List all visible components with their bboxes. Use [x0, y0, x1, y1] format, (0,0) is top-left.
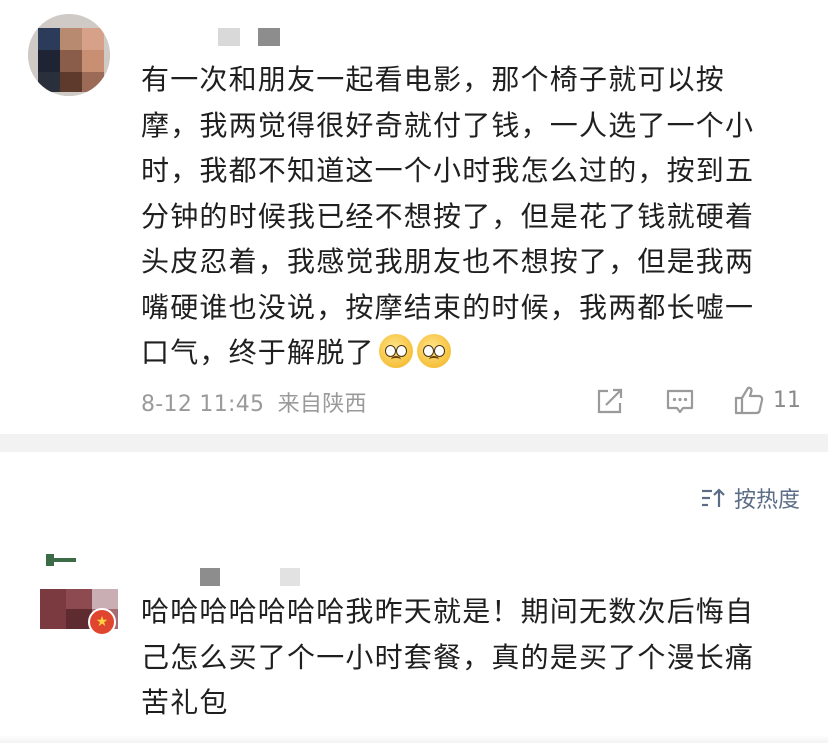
verified-badge-icon: ★ [88, 608, 116, 636]
comment-line: 己怎么买了个一小时套餐，真的是买了个漫长痛 [141, 640, 755, 674]
pleading-face-emoji [378, 334, 413, 368]
comment-line: 嘴硬谁也没说，按摩结束的时候，我两都长嘘一 [141, 290, 755, 324]
comment-line: 时，我都不知道这一个小时我怎么过的，按到五 [141, 154, 755, 187]
comment-icon [666, 389, 694, 414]
sort-icon [701, 488, 725, 507]
share-icon [597, 388, 623, 414]
comment-line: 头皮忍着，我感觉我朋友也不想按了，但是我两 [141, 245, 755, 278]
share-button[interactable] [595, 387, 625, 415]
avatar-top-strip [46, 552, 76, 568]
comment-line: 哈哈哈哈哈哈哈我昨天就是！期间无数次后悔自 [141, 595, 755, 628]
bottom-edge [0, 735, 828, 743]
like-button[interactable]: 11 [733, 384, 801, 416]
comment-line: 口气，终于解脱了 [141, 336, 375, 369]
username-blurred[interactable] [218, 28, 280, 48]
like-count: 11 [773, 387, 801, 413]
reply-button[interactable] [665, 387, 695, 417]
section-divider [0, 434, 828, 452]
comment-last-line: 口气，终于解脱了 [141, 330, 801, 376]
comment-line: 摩，我两觉得很好奇就付了钱，一人选了一个小 [141, 108, 755, 142]
comment-body: 哈哈哈哈哈哈哈我昨天就是！期间无数次后悔自 己怎么买了个一小时套餐，真的是买了个… [141, 589, 801, 726]
avatar[interactable] [28, 14, 110, 96]
comment-meta: 8-12 11:45 来自陕西 [141, 386, 367, 418]
thumbs-up-icon [734, 386, 764, 415]
timestamp: 8-12 11:45 [141, 392, 265, 417]
sort-toggle[interactable]: 按热度 [700, 482, 800, 514]
comment-line: 苦礼包 [141, 686, 229, 719]
username-blurred[interactable] [200, 568, 300, 588]
comment-line: 有一次和朋友一起看电影，那个椅子就可以按 [141, 63, 726, 96]
comment-body: 有一次和朋友一起看电影，那个椅子就可以按 摩，我两觉得很好奇就付了钱，一人选了一… [141, 57, 801, 376]
pleading-face-emoji [416, 334, 451, 368]
comment-line: 分钟的时候我已经不想按了，但是花了钱就硬着 [141, 199, 755, 233]
location: 来自陕西 [277, 392, 367, 417]
sort-label: 按热度 [733, 488, 800, 513]
